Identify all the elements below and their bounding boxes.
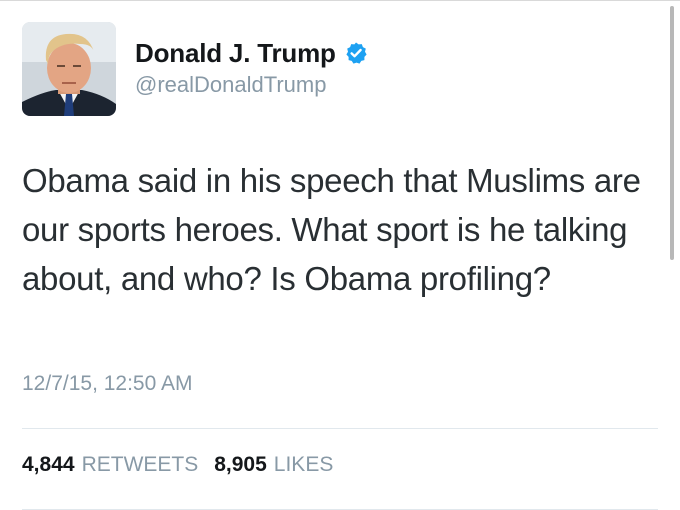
user-name[interactable]: Donald J. Trump <box>135 38 336 69</box>
tweet-timestamp[interactable]: 12/7/15, 12:50 AM <box>22 372 192 396</box>
tweet-text: Obama said in his speech that Muslims ar… <box>22 162 641 297</box>
user-name-row: Donald J. Trump <box>135 37 368 69</box>
scrollbar[interactable] <box>670 6 674 260</box>
verified-badge-icon <box>344 41 368 65</box>
likes-label[interactable]: LIKES <box>274 453 334 477</box>
top-divider <box>0 0 680 1</box>
retweets-count[interactable]: 4,844 <box>22 453 75 477</box>
retweets-label[interactable]: RETWEETS <box>82 453 199 477</box>
profile-photo-icon <box>22 22 116 116</box>
tweet-stats: 4,844 RETWEETS 8,905 LIKES <box>22 453 349 477</box>
stats-top-divider <box>22 428 658 429</box>
avatar[interactable] <box>22 22 116 116</box>
user-handle[interactable]: @realDonaldTrump <box>135 72 326 98</box>
likes-count[interactable]: 8,905 <box>214 453 267 477</box>
